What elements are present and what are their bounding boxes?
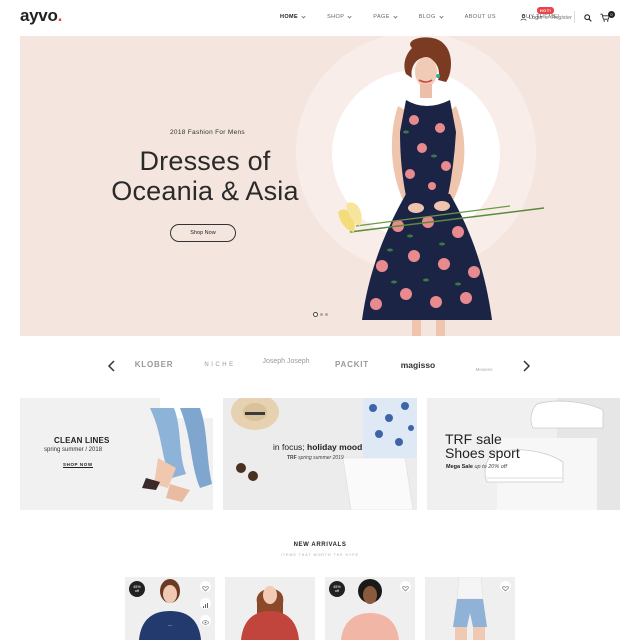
nav-label: ABOUT US [464, 14, 496, 20]
quick-view-button[interactable] [200, 615, 211, 626]
login-register-link[interactable]: Login or Register [520, 14, 572, 21]
hero-title-line-2: Oceania & Asia [111, 176, 299, 206]
hot-badge: HOT! [536, 7, 555, 14]
chevron-right-icon[interactable] [520, 359, 532, 373]
wishlist-button[interactable] [500, 581, 511, 592]
sale-badge-off: off [334, 589, 340, 593]
chevron-down-icon [301, 13, 306, 19]
promo-sub-bold: TRF [287, 455, 297, 461]
promo-title: TRF sale Shoes sport [445, 432, 520, 460]
chevron-left-icon[interactable] [106, 359, 118, 373]
slider-dot-active[interactable] [313, 312, 318, 317]
sale-badge-percent: 45% [333, 584, 341, 589]
nav-shop[interactable]: SHOP [327, 13, 352, 20]
nav-blog[interactable]: BLOG [418, 13, 444, 20]
nav-label: HOME [280, 14, 299, 20]
shop-now-link[interactable]: SHOP NOW [63, 462, 93, 468]
hero-subtitle: 2018 Fashion For Mens [170, 129, 245, 136]
chevron-down-icon [393, 13, 398, 19]
promo-sub-bold: Mega Sale [446, 464, 473, 470]
brand-logo-joseph-joseph[interactable]: Joseph Joseph [256, 358, 316, 365]
hero-slider: 2018 Fashion For Mens Dresses of Oceania… [20, 36, 620, 336]
chevron-down-icon [347, 13, 352, 19]
new-arrivals-heading: NEW ARRIVALS [293, 542, 347, 548]
promo-title-prefix: in focus; [273, 442, 305, 452]
or-label: or [544, 14, 550, 21]
nav-label: SHOP [327, 14, 345, 20]
shop-now-button[interactable]: Shop Now [170, 224, 236, 242]
promo-title-line-1: TRF sale [445, 431, 502, 447]
promo-tile-clean-lines[interactable]: CLEAN LINES spring summer / 2018 SHOP NO… [20, 398, 213, 510]
sale-badge-off: off [134, 589, 140, 593]
promo-sub-rest: up to 20% off [474, 464, 507, 470]
promo-subtitle: spring summer / 2018 [44, 447, 103, 453]
sale-badge-percent: 45% [133, 584, 141, 589]
eye-icon [202, 620, 209, 625]
brand-logo-magisso[interactable]: magisso [388, 360, 448, 370]
brand-logo-klober[interactable]: KLOBER [124, 360, 184, 369]
brand-logo-packit[interactable]: PACKIT [322, 360, 382, 369]
register-label: Register [551, 14, 572, 21]
product-card[interactable] [425, 577, 515, 640]
sale-badge: 45% off [129, 581, 145, 597]
site-header: ayvo. HOME SHOP PAGE BLOG ABOUT US BUY T… [0, 0, 640, 36]
promo-subtitle: Mega Sale up to 20% off [446, 464, 507, 470]
compare-button[interactable] [200, 598, 211, 609]
promo-title: in focus; holiday mood [273, 442, 362, 452]
promo-tile-shoes-sport[interactable]: TRF sale Shoes sport Mega Sale up to 20%… [427, 398, 620, 510]
nav-label: BLOG [418, 14, 436, 20]
logo-dot: . [57, 6, 63, 25]
wishlist-button[interactable] [200, 581, 211, 592]
promo-title: CLEAN LINES [54, 436, 110, 445]
slider-dots [313, 312, 330, 317]
promo-subtitle: TRF spring summer 2019 [287, 455, 344, 461]
promo-image-jeans [142, 398, 213, 502]
hero-model-image [338, 37, 545, 336]
heart-icon [202, 586, 209, 592]
bar-chart-icon [203, 603, 208, 608]
search-icon[interactable] [584, 14, 592, 22]
heart-icon [402, 586, 409, 592]
wishlist-button[interactable] [400, 581, 411, 592]
promo-title-line-2: Shoes sport [445, 445, 520, 461]
logo-text: ayvo [20, 6, 58, 25]
chevron-down-icon [439, 13, 444, 19]
sale-badge: 45% off [329, 581, 345, 597]
product-card[interactable]: 45% off [325, 577, 415, 640]
product-card[interactable]: ~~ 45% off [125, 577, 215, 640]
slider-dot[interactable] [320, 313, 323, 316]
user-icon [520, 14, 527, 21]
heart-icon [502, 586, 509, 592]
nav-page[interactable]: PAGE [373, 13, 398, 20]
login-label: Login [529, 14, 543, 21]
hero-title-line-1: Dresses of [139, 146, 271, 176]
nav-label: PAGE [373, 14, 390, 20]
header-divider [574, 11, 575, 23]
slider-dot[interactable] [325, 313, 328, 316]
brand-logo-miseens[interactable]: Miseens [454, 367, 514, 372]
promo-sub-rest: spring summer 2019 [298, 455, 344, 461]
brand-carousel: KLOBER NICHE Joseph Joseph PACKIT magiss… [0, 350, 640, 382]
svg-text:~~: ~~ [168, 623, 173, 628]
cart-count-badge: 0 [608, 11, 615, 18]
promo-image-summer-items [231, 398, 417, 510]
product-card[interactable] [225, 577, 315, 640]
nav-home[interactable]: HOME [280, 13, 306, 20]
brand-logo-niche[interactable]: NICHE [190, 362, 250, 368]
product-image [241, 586, 299, 640]
promo-title-bold: holiday mood [307, 442, 363, 452]
logo[interactable]: ayvo. [20, 6, 62, 26]
nav-about-us[interactable]: ABOUT US [465, 14, 496, 20]
hero-title: Dresses of Oceania & Asia [100, 146, 310, 206]
new-arrivals-subtitle: ITEMS THAT WORTH THE HYPE [281, 553, 359, 557]
promo-tile-holiday-mood[interactable]: in focus; holiday mood TRF spring summer… [223, 398, 417, 510]
